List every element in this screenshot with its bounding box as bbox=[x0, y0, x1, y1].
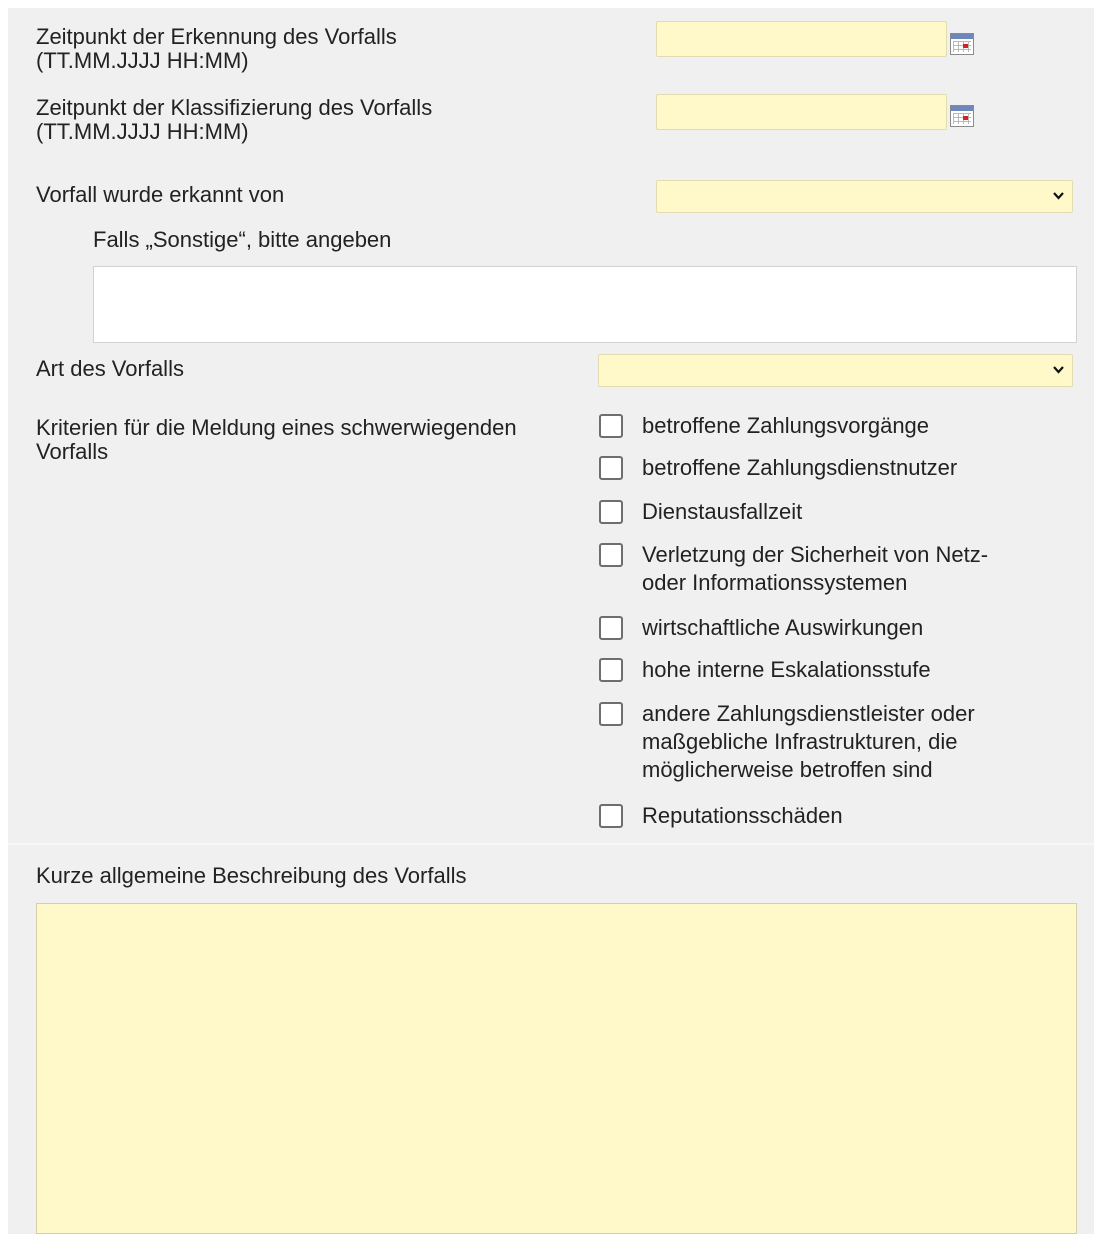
classification-time-input[interactable] bbox=[656, 94, 947, 130]
checkbox[interactable] bbox=[599, 702, 623, 726]
detection-time-label: Zeitpunkt der Erkennung des Vorfalls (TT… bbox=[36, 25, 397, 73]
description-textarea[interactable] bbox=[36, 903, 1077, 1234]
checkbox-label-line: Verletzung der Sicherheit von Netz- bbox=[642, 542, 989, 567]
checkbox[interactable] bbox=[599, 543, 623, 567]
chevron-down-icon bbox=[1053, 192, 1064, 200]
checkbox-label: Dienstausfallzeit bbox=[642, 499, 803, 524]
classification-time-label-text: Zeitpunkt der Klassifizierung des Vorfal… bbox=[36, 95, 433, 120]
checkbox[interactable] bbox=[599, 414, 623, 438]
detection-time-input[interactable] bbox=[656, 21, 947, 57]
checkbox-label-line: möglicherweise betroffen sind bbox=[642, 757, 933, 782]
chevron-down-icon bbox=[1053, 366, 1064, 374]
checkbox[interactable] bbox=[599, 616, 623, 640]
checkbox-label: betroffene Zahlungsdienstnutzer bbox=[642, 455, 958, 480]
checkbox-label: betroffene Zahlungsvorgänge bbox=[642, 413, 930, 438]
checkbox-label: Verletzung der Sicherheit von Netz- oder… bbox=[642, 541, 1042, 597]
detection-time-format-hint: (TT.MM.JJJJ HH:MM) bbox=[36, 48, 249, 73]
section-divider bbox=[8, 843, 1094, 845]
incident-type-select[interactable] bbox=[598, 354, 1073, 387]
other-specify-label: Falls „Sonstige“, bitte angeben bbox=[93, 227, 392, 252]
classification-time-format-hint: (TT.MM.JJJJ HH:MM) bbox=[36, 119, 249, 144]
other-specify-input[interactable] bbox=[93, 266, 1077, 343]
calendar-icon[interactable] bbox=[950, 33, 974, 55]
checkbox[interactable] bbox=[599, 500, 623, 524]
checkbox-label-line: andere Zahlungsdienstleister oder bbox=[642, 701, 975, 726]
detected-by-select[interactable] bbox=[656, 180, 1073, 213]
checkbox[interactable] bbox=[599, 456, 623, 480]
detected-by-label: Vorfall wurde erkannt von bbox=[36, 182, 285, 207]
checkbox[interactable] bbox=[599, 804, 623, 828]
description-label: Kurze allgemeine Beschreibung des Vorfal… bbox=[36, 863, 467, 888]
checkbox-label: Reputationsschäden bbox=[642, 803, 843, 828]
criteria-label: Kriterien für die Meldung eines schwerwi… bbox=[36, 416, 517, 464]
checkbox-label-line: maßgebliche Infrastrukturen, die bbox=[642, 729, 958, 754]
checkbox-label-line: oder Informationssystemen bbox=[642, 570, 908, 595]
checkbox-label: hohe interne Eskalationsstufe bbox=[642, 657, 931, 682]
incident-type-label: Art des Vorfalls bbox=[36, 356, 184, 381]
classification-time-label: Zeitpunkt der Klassifizierung des Vorfal… bbox=[36, 96, 432, 144]
criteria-label-line: Kriterien für die Meldung eines schwerwi… bbox=[36, 415, 517, 440]
detection-time-label-text: Zeitpunkt der Erkennung des Vorfalls bbox=[36, 24, 397, 49]
criteria-label-line: Vorfalls bbox=[36, 439, 109, 464]
checkbox-label: wirtschaftliche Auswirkungen bbox=[642, 615, 924, 640]
checkbox[interactable] bbox=[599, 658, 623, 682]
checkbox-label: andere Zahlungsdienstleister oder maßgeb… bbox=[642, 700, 1042, 784]
calendar-icon[interactable] bbox=[950, 105, 974, 127]
